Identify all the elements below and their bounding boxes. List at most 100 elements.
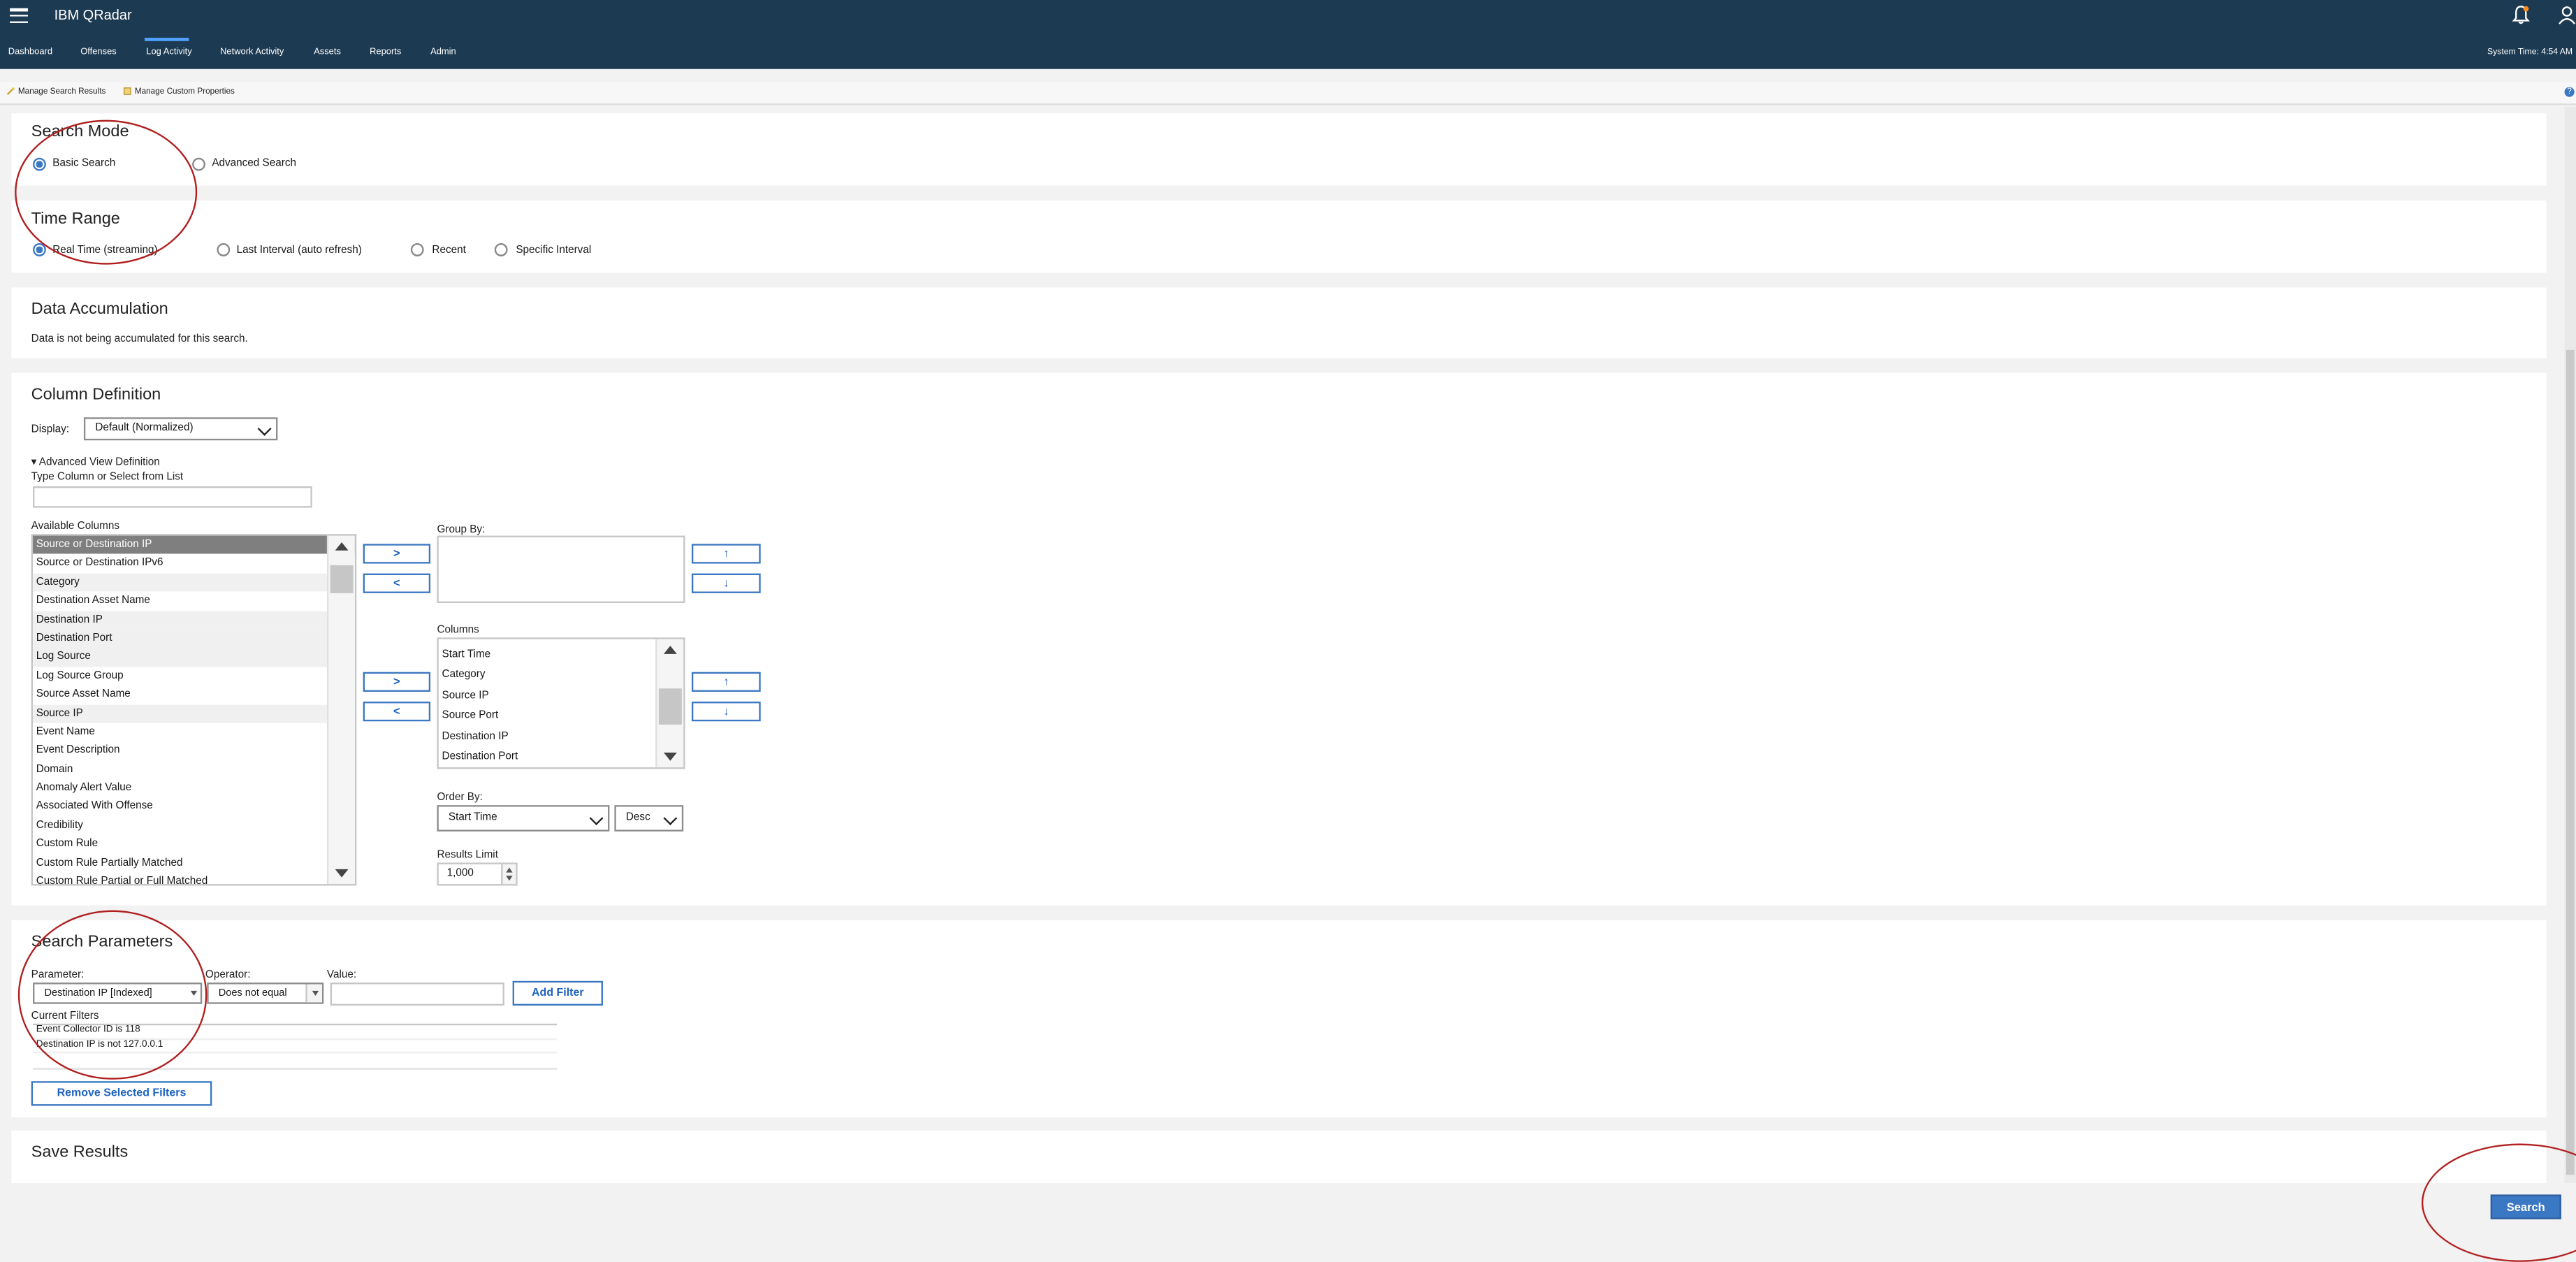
list-item[interactable]: Source or Destination IP bbox=[33, 535, 355, 555]
remove-selected-filters-button[interactable]: Remove Selected Filters bbox=[31, 1081, 212, 1106]
results-limit-label: Results Limit bbox=[437, 849, 498, 862]
list-item[interactable]: Event Description bbox=[33, 741, 355, 760]
available-columns-scrollbar[interactable] bbox=[326, 535, 355, 885]
nav-log-activity[interactable]: Log Activity bbox=[144, 38, 192, 57]
search-mode-panel: Search Mode Basic Search Advanced Search bbox=[11, 113, 2547, 186]
list-item[interactable]: Destination IP bbox=[439, 727, 683, 748]
scroll-down-icon[interactable] bbox=[663, 752, 677, 761]
value-label: Value: bbox=[326, 969, 357, 981]
list-item[interactable]: Start Time bbox=[439, 646, 683, 666]
specific-interval-radio[interactable] bbox=[494, 243, 508, 256]
nav-assets[interactable]: Assets bbox=[314, 48, 341, 57]
results-limit-stepper[interactable]: 1,000 bbox=[437, 862, 518, 886]
list-item[interactable]: Anomaly Alert Value bbox=[33, 779, 355, 798]
add-column-button[interactable]: > bbox=[363, 672, 431, 692]
scrollbar-thumb[interactable] bbox=[658, 688, 682, 725]
list-item[interactable]: Log Source Group bbox=[33, 667, 355, 686]
list-item[interactable]: Source or Destination IPv6 bbox=[33, 554, 355, 573]
nav-reports[interactable]: Reports bbox=[370, 48, 401, 57]
search-parameters-panel: Search Parameters Parameter: Destination… bbox=[11, 920, 2547, 1117]
list-item[interactable]: Destination Asset Name bbox=[33, 592, 355, 611]
filter-item[interactable]: Destination IP is not 127.0.0.1 bbox=[33, 1039, 558, 1054]
notification-bell-icon[interactable] bbox=[2512, 5, 2530, 24]
nav-admin[interactable]: Admin bbox=[430, 48, 456, 57]
column-definition-title: Column Definition bbox=[31, 386, 161, 405]
columns-scrollbar[interactable] bbox=[655, 639, 684, 768]
type-column-label: Type Column or Select from List bbox=[31, 471, 184, 484]
parameter-select[interactable]: Destination IP [Indexed] bbox=[33, 982, 203, 1004]
scroll-down-icon[interactable] bbox=[335, 869, 349, 878]
group-by-label: Group By: bbox=[437, 524, 486, 536]
user-icon[interactable] bbox=[2558, 5, 2576, 24]
current-filters-label: Current Filters bbox=[31, 1010, 99, 1022]
group-by-move-up-button[interactable]: ↑ bbox=[691, 544, 761, 564]
list-item[interactable]: Source IP bbox=[33, 704, 355, 723]
recent-radio[interactable] bbox=[410, 243, 424, 256]
nav-network-activity[interactable]: Network Activity bbox=[220, 48, 284, 57]
search-parameters-title: Search Parameters bbox=[31, 933, 173, 952]
advanced-view-toggle[interactable]: ▾ Advanced View Definition bbox=[31, 455, 160, 468]
chevron-down-icon bbox=[589, 811, 604, 825]
page-scrollbar-thumb[interactable] bbox=[2566, 349, 2575, 1175]
properties-icon bbox=[123, 87, 131, 95]
remove-column-button[interactable]: < bbox=[363, 702, 431, 722]
order-direction-value: Desc bbox=[625, 811, 650, 824]
scroll-up-icon[interactable] bbox=[663, 646, 677, 654]
list-item[interactable]: Source Port bbox=[439, 707, 683, 727]
list-item[interactable]: Source Asset Name bbox=[33, 686, 355, 704]
list-item[interactable]: Category bbox=[439, 666, 683, 686]
selected-columns-list[interactable]: Start Time Category Source IP Source Por… bbox=[437, 637, 685, 769]
group-by-list[interactable] bbox=[437, 535, 685, 603]
search-button[interactable]: Search bbox=[2490, 1194, 2561, 1219]
scrollbar-thumb[interactable] bbox=[330, 565, 354, 593]
menu-icon[interactable] bbox=[10, 8, 28, 24]
scroll-up-icon[interactable] bbox=[335, 542, 349, 551]
time-range-title: Time Range bbox=[31, 210, 120, 229]
order-direction-select[interactable]: Desc bbox=[614, 805, 684, 832]
real-time-radio[interactable] bbox=[33, 243, 46, 256]
list-item[interactable]: Destination Port bbox=[33, 629, 355, 648]
list-item[interactable]: Custom Rule Partial or Full Matched bbox=[33, 873, 355, 884]
list-item[interactable]: Custom Rule Partially Matched bbox=[33, 854, 355, 873]
list-item[interactable]: Destination Port bbox=[439, 748, 683, 767]
help-icon[interactable]: ? bbox=[2564, 87, 2575, 97]
list-item[interactable]: Category bbox=[33, 573, 355, 592]
display-select[interactable]: Default (Normalized) bbox=[83, 417, 278, 441]
last-interval-radio[interactable] bbox=[217, 243, 231, 256]
available-columns-list[interactable]: Source or Destination IP Source or Desti… bbox=[31, 534, 357, 886]
nav-offenses[interactable]: Offenses bbox=[80, 48, 117, 57]
list-item[interactable]: Event Name bbox=[33, 723, 355, 741]
add-group-by-button[interactable]: > bbox=[363, 544, 431, 564]
top-header: IBM QRadar Dashboard Offenses Log Activi… bbox=[0, 0, 2576, 69]
list-item[interactable]: Associated With Offense bbox=[33, 798, 355, 817]
group-by-move-down-button[interactable]: ↓ bbox=[691, 573, 761, 593]
list-item[interactable]: Domain bbox=[33, 760, 355, 779]
list-item[interactable]: Credibility bbox=[33, 816, 355, 835]
order-by-select[interactable]: Start Time bbox=[437, 805, 610, 832]
operator-select[interactable]: Does not equal bbox=[207, 982, 324, 1004]
type-column-input[interactable] bbox=[33, 486, 312, 508]
current-filters-list[interactable]: Event Collector ID is 118 Destination IP… bbox=[33, 1023, 558, 1070]
add-filter-button[interactable]: Add Filter bbox=[512, 980, 603, 1006]
advanced-search-radio[interactable] bbox=[192, 157, 205, 171]
stepper-arrows-icon[interactable] bbox=[501, 864, 516, 885]
filter-item[interactable]: Event Collector ID is 118 bbox=[33, 1025, 558, 1040]
column-move-down-button[interactable]: ↓ bbox=[691, 702, 761, 722]
basic-search-radio[interactable] bbox=[33, 157, 46, 171]
filter-value-input[interactable] bbox=[330, 982, 504, 1006]
list-item[interactable]: Log Source bbox=[33, 648, 355, 667]
available-columns-label: Available Columns bbox=[31, 521, 119, 532]
list-item[interactable]: Source IP bbox=[439, 686, 683, 706]
page-scrollbar[interactable] bbox=[2564, 106, 2576, 1184]
specific-interval-label: Specific Interval bbox=[516, 245, 592, 256]
caret-down-icon bbox=[190, 990, 198, 996]
list-item[interactable]: Destination IP bbox=[33, 610, 355, 630]
manage-search-results-button[interactable]: Manage Search Results bbox=[6, 87, 105, 97]
manage-custom-properties-button[interactable]: Manage Custom Properties bbox=[123, 87, 235, 97]
search-mode-title: Search Mode bbox=[31, 123, 129, 142]
list-item[interactable]: Custom Rule bbox=[33, 835, 355, 854]
nav-dashboard[interactable]: Dashboard bbox=[8, 48, 52, 57]
wand-icon bbox=[6, 87, 15, 96]
remove-group-by-button[interactable]: < bbox=[363, 573, 431, 593]
column-move-up-button[interactable]: ↑ bbox=[691, 672, 761, 692]
